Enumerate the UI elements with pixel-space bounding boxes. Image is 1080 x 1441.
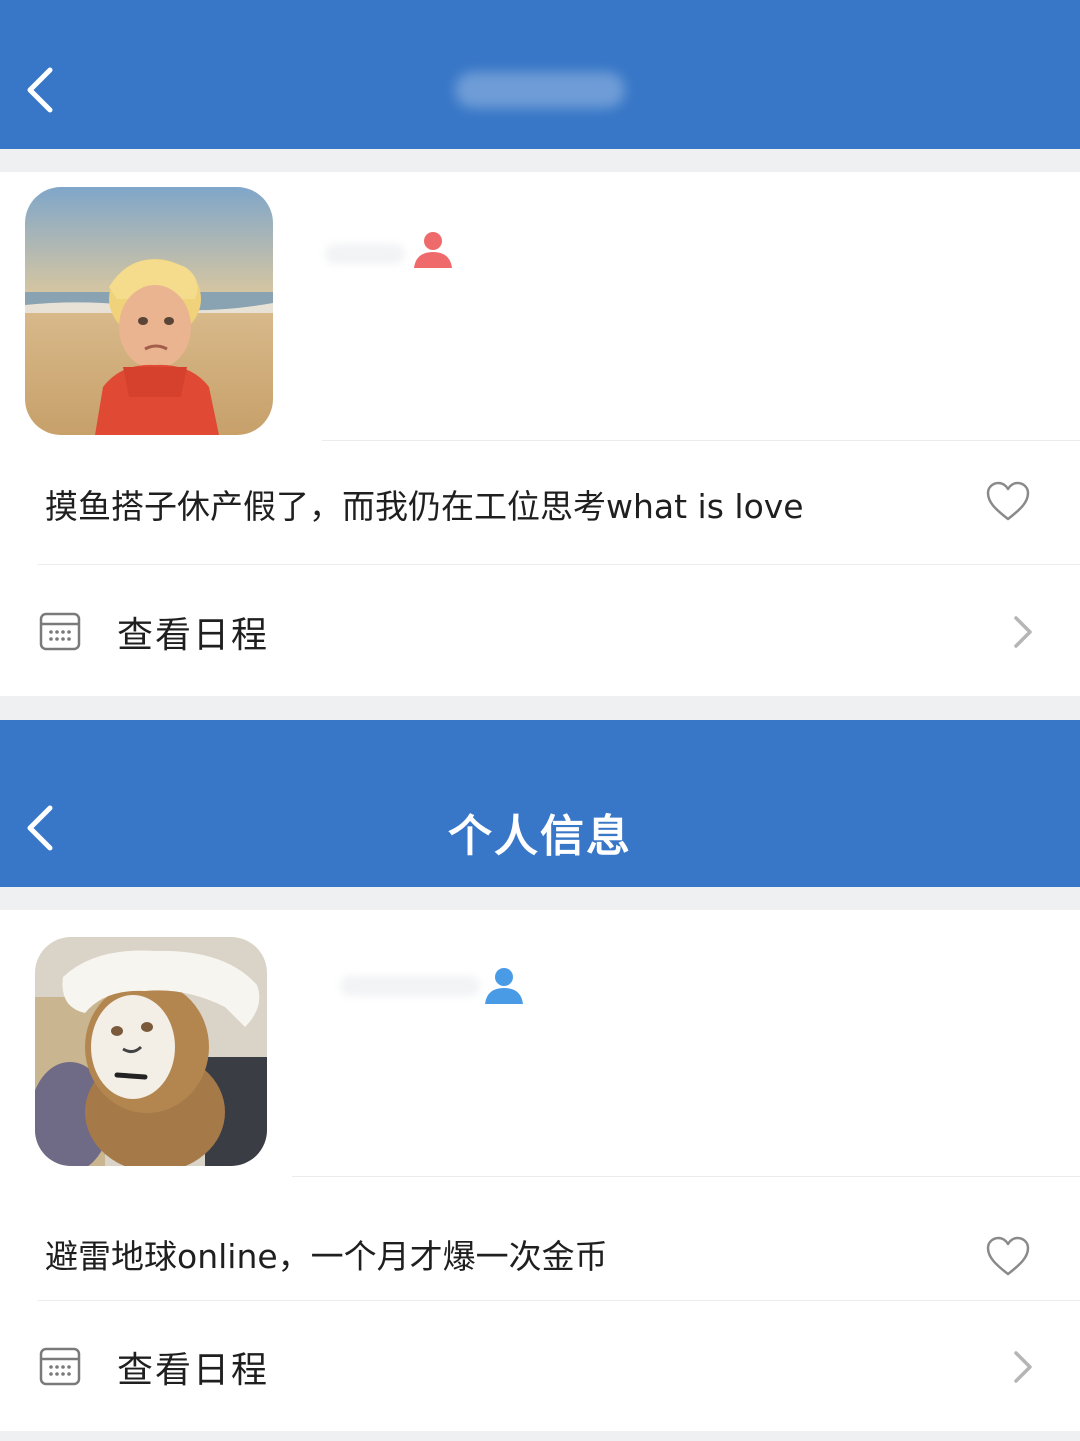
profile-card: 摸鱼搭子休产假了，而我仍在工位思考what is love 查看日程 (0, 172, 1080, 696)
chevron-right-icon (1010, 612, 1036, 652)
divider (292, 1176, 1080, 1177)
female-user-icon (412, 228, 454, 270)
top-navigation-bar: 个人信息 (0, 720, 1080, 887)
page-title: 个人信息 (448, 811, 632, 862)
avatar-photo-plush-toy-with-face-mask (35, 937, 267, 1166)
heart-icon (986, 1236, 1030, 1276)
personal-signature: 摸鱼搭子休产假了，而我仍在工位思考what is love (45, 487, 804, 526)
page-title (0, 60, 1080, 119)
like-button[interactable] (985, 1235, 1031, 1277)
profile-screen-1: 摸鱼搭子休产假了，而我仍在工位思考what is love 查看日程 (0, 0, 1080, 698)
avatar[interactable] (35, 937, 267, 1166)
username-blurred (325, 244, 405, 264)
view-schedule-row[interactable]: 查看日程 (0, 1301, 1080, 1431)
profile-screen-2: 个人信息 避雷地球online，一个月才爆一次金币 查看日程 (0, 720, 1080, 1441)
divider (38, 564, 1080, 565)
profile-card: 避雷地球online，一个月才爆一次金币 查看日程 (0, 910, 1080, 1431)
like-button[interactable] (985, 480, 1031, 522)
page-title-blurred (455, 72, 625, 108)
avatar[interactable] (25, 187, 273, 435)
avatar-photo-child-on-beach (25, 187, 273, 435)
calendar-icon (38, 1344, 82, 1388)
heart-icon (986, 481, 1030, 521)
calendar-icon (38, 609, 82, 653)
view-schedule-label: 查看日程 (117, 1350, 270, 1391)
username-blurred (340, 976, 480, 996)
view-schedule-row[interactable]: 查看日程 (0, 566, 1080, 696)
chevron-right-icon (1010, 1347, 1036, 1387)
top-navigation-bar (0, 0, 1080, 149)
male-user-icon (483, 964, 525, 1006)
personal-signature: 避雷地球online，一个月才爆一次金币 (45, 1237, 608, 1276)
view-schedule-label: 查看日程 (117, 615, 270, 656)
divider (322, 440, 1080, 441)
